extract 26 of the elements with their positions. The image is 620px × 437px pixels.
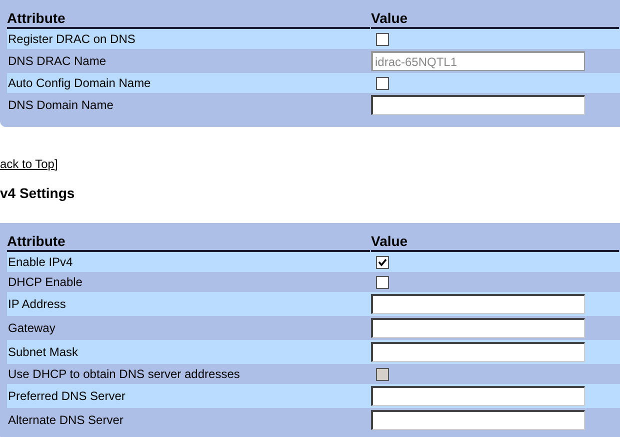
checkmark-icon bbox=[378, 258, 387, 266]
input-field[interactable] bbox=[371, 95, 585, 115]
checkbox[interactable] bbox=[376, 276, 389, 288]
back-to-top-link[interactable]: ack to Top bbox=[0, 157, 54, 171]
input-field[interactable] bbox=[371, 342, 585, 362]
input-field[interactable] bbox=[371, 318, 585, 338]
attribute-label: Register DRAC on DNS bbox=[7, 32, 136, 46]
attribute-label: Alternate DNS Server bbox=[7, 413, 124, 427]
input-field[interactable] bbox=[371, 386, 585, 406]
attribute-label: IP Address bbox=[7, 297, 67, 311]
attribute-label: Enable IPv4 bbox=[7, 255, 74, 269]
section-title: v4 Settings bbox=[0, 185, 76, 203]
input-field[interactable] bbox=[371, 410, 585, 430]
attribute-label: Preferred DNS Server bbox=[7, 389, 126, 403]
attribute-label: DHCP Enable bbox=[7, 275, 84, 289]
checkbox[interactable] bbox=[376, 256, 389, 268]
attribute-label: Auto Config Domain Name bbox=[7, 76, 152, 90]
attribute-label: Subnet Mask bbox=[7, 345, 80, 359]
attribute-label: Gateway bbox=[7, 321, 56, 335]
checkbox[interactable] bbox=[376, 76, 389, 90]
bracket-text: ] bbox=[54, 157, 58, 171]
checkbox[interactable] bbox=[376, 32, 389, 46]
attribute-label: Use DHCP to obtain DNS server addresses bbox=[7, 367, 241, 381]
attribute-label: DNS DRAC Name bbox=[7, 54, 108, 68]
attribute-label: DNS Domain Name bbox=[7, 98, 114, 112]
input-field[interactable] bbox=[371, 294, 585, 314]
